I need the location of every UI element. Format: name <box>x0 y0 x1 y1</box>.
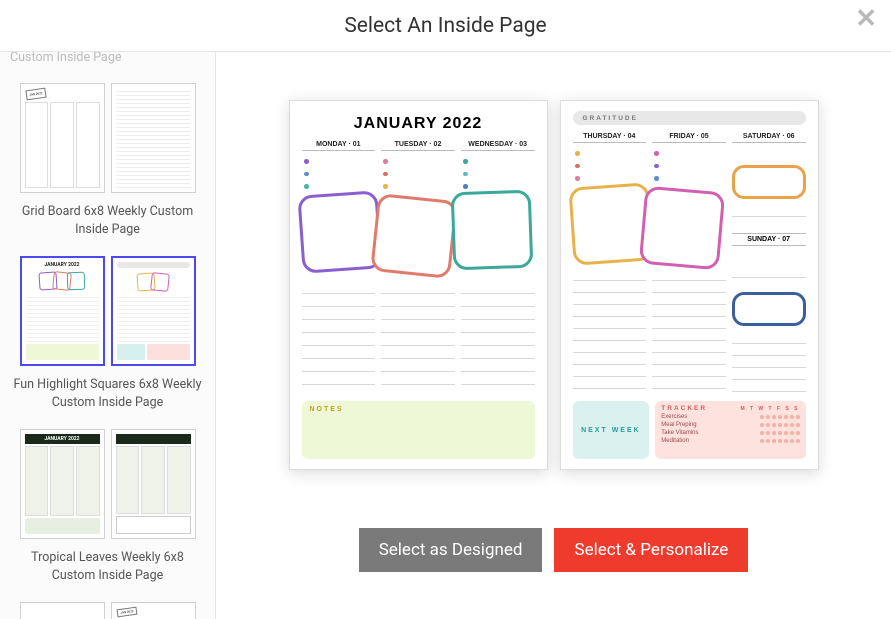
close-icon[interactable]: ✕ <box>855 6 877 32</box>
notes-label: NOTES <box>310 406 527 413</box>
select-as-designed-button[interactable]: Select as Designed <box>359 528 543 572</box>
template-label: Fun Highlight Squares 6x8 Weekly Custom … <box>10 376 205 411</box>
day-label: THURSDAY · 04 <box>573 131 647 143</box>
thumb-right: JAN 2022 <box>111 602 196 619</box>
preview-spread: JANUARY 2022 MONDAY · 01 TUESDAY · 02 WE… <box>289 100 819 470</box>
highlight-squares <box>302 189 535 279</box>
day-label: MONDAY · 01 <box>302 139 376 151</box>
select-and-personalize-button[interactable]: Select & Personalize <box>554 528 748 572</box>
notes-box: NOTES <box>302 401 535 459</box>
thumb-left: JAN 2022 <box>20 83 105 193</box>
template-option[interactable]: JAN 2022 Grid Board 6x8 Weekly Custom In… <box>10 83 205 238</box>
capsule-icon <box>732 165 806 199</box>
day-label: SUNDAY · 07 <box>732 233 806 246</box>
thumb-right <box>111 429 196 539</box>
template-option-selected[interactable]: JANUARY 2022 <box>10 256 205 411</box>
thumb-left: JANUARY 2022 <box>20 429 105 539</box>
thumb-right <box>111 256 196 366</box>
tracker-item: Exercises <box>661 414 687 420</box>
preview-page-right: GRATITUDE THURSDAY · 04 FRIDAY · 05 <box>560 100 819 470</box>
modal-header: Select An Inside Page ✕ <box>0 0 891 52</box>
next-week-box: NEXT WEEK <box>573 401 650 459</box>
preview-area: JANUARY 2022 MONDAY · 01 TUESDAY · 02 WE… <box>216 52 891 619</box>
template-label: Grid Board 6x8 Weekly Custom Inside Page <box>10 203 205 238</box>
action-buttons: Select as Designed Select & Personalize <box>359 528 749 572</box>
page-title: JANUARY 2022 <box>302 115 535 133</box>
sidebar-truncated-label: Custom Inside Page <box>10 52 205 65</box>
tracker-title: TRACKER <box>661 405 707 412</box>
tracker-item: Meditation <box>661 438 689 444</box>
thumb-left <box>20 602 105 619</box>
day-label: SATURDAY · 06 <box>732 131 806 143</box>
day-label: FRIDAY · 05 <box>652 131 726 143</box>
modal-title: Select An Inside Page <box>344 14 546 38</box>
template-option[interactable]: JAN 2022 <box>10 602 205 619</box>
tracker-item: Take Vitamins <box>661 430 698 436</box>
day-label: WEDNESDAY · 03 <box>461 139 535 151</box>
gratitude-bar: GRATITUDE <box>573 111 806 125</box>
tracker-item: Meal Preping <box>661 422 696 428</box>
modal-body: Custom Inside Page JAN 2022 Grid Board 6… <box>0 52 891 619</box>
preview-page-left: JANUARY 2022 MONDAY · 01 TUESDAY · 02 WE… <box>289 100 548 470</box>
template-sidebar[interactable]: Custom Inside Page JAN 2022 Grid Board 6… <box>0 52 216 619</box>
thumb-right <box>111 83 196 193</box>
template-label: Tropical Leaves Weekly 6x8 Custom Inside… <box>10 549 205 584</box>
tracker-box: TRACKER M T W T F S S Exercises Meal Pre… <box>655 401 805 459</box>
capsule-icon <box>732 292 806 326</box>
day-label: TUESDAY · 02 <box>381 139 455 151</box>
thumb-left: JANUARY 2022 <box>20 256 105 366</box>
tracker-days: M T W T F S S <box>740 406 799 412</box>
template-option[interactable]: JANUARY 2022 Tropical Leaves Weekly 6x8 … <box>10 429 205 584</box>
